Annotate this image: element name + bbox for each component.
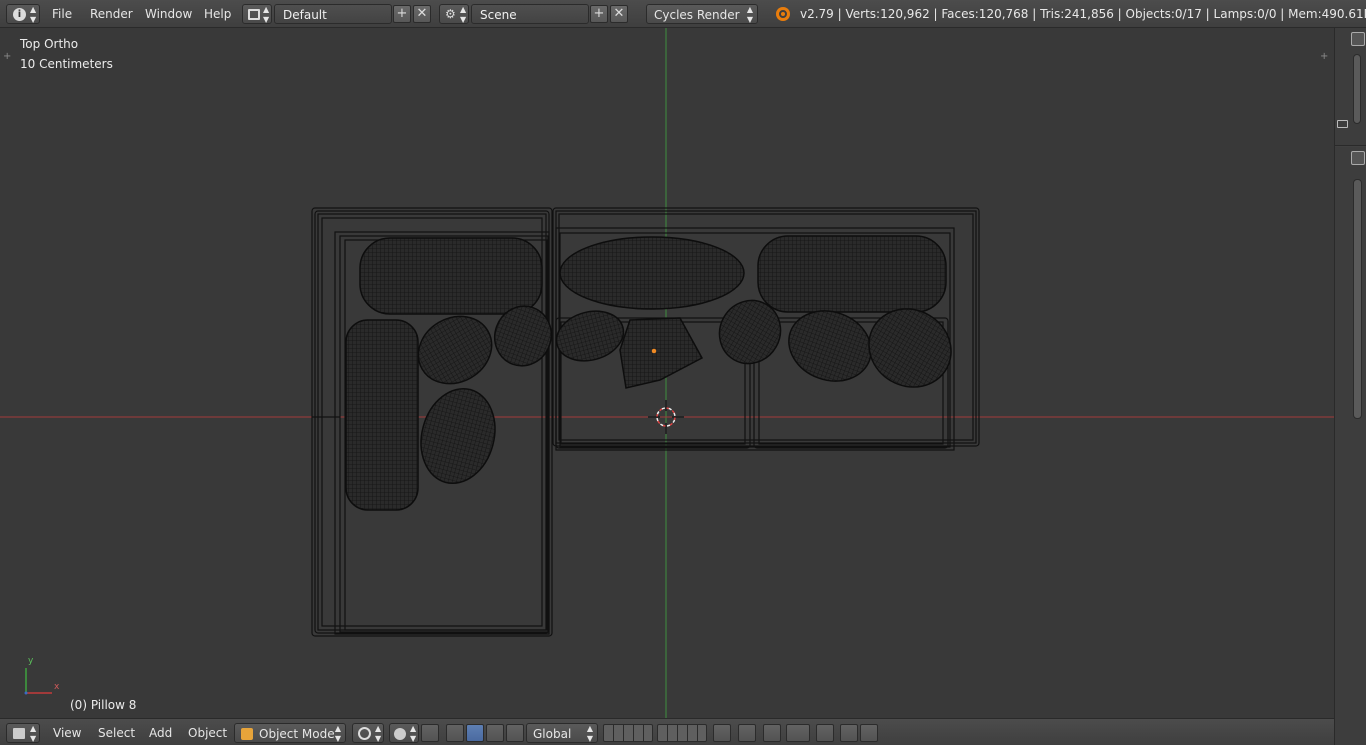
layer-manager-button[interactable]: [713, 724, 731, 742]
outliner-icon[interactable]: [1351, 32, 1365, 46]
snap-element-dropdown[interactable]: [786, 724, 810, 742]
chevron-updown-icon: ▲ ▼: [30, 5, 37, 24]
menu-add[interactable]: Add: [143, 723, 178, 743]
menu-view[interactable]: View: [47, 723, 87, 743]
chevron-updown-icon: ▲ ▼: [410, 724, 417, 743]
scale-manipulator-button[interactable]: [506, 724, 524, 742]
menu-window[interactable]: Window: [139, 4, 198, 24]
mode-label: Object Mode: [259, 727, 335, 741]
camera-icon: [1337, 120, 1348, 128]
remove-layout-button[interactable]: ✕: [413, 5, 431, 23]
object-mode-icon: [241, 728, 253, 740]
render-camera-button[interactable]: [840, 724, 858, 742]
rotate-manipulator-button[interactable]: [486, 724, 504, 742]
toolshelf-expand-icon: +: [3, 51, 11, 62]
chevron-updown-icon: ▲ ▼: [375, 724, 382, 743]
pivot-point-dropdown[interactable]: ▲ ▼: [389, 723, 419, 743]
scene-layers-grid-2[interactable]: [657, 724, 707, 742]
properties-icon[interactable]: [1351, 151, 1365, 165]
active-object-label: (0) Pillow 8: [70, 698, 137, 712]
chevron-updown-icon: ▲ ▼: [586, 724, 593, 743]
transform-manipulator-toggle[interactable]: [446, 724, 464, 742]
axis-gizmo: [24, 668, 52, 695]
layout-icon: [248, 9, 260, 20]
menu-object[interactable]: Object: [182, 723, 233, 743]
pivot-icon: [394, 728, 406, 740]
3d-viewport[interactable]: + + Top Ortho 10 Centimeters y x (0) Pil…: [0, 28, 1334, 718]
properties-area[interactable]: [1335, 147, 1366, 745]
add-scene-button[interactable]: +: [590, 5, 608, 23]
add-layout-button[interactable]: +: [393, 5, 411, 23]
3d-view-header: ▲ ▼ View Select Add Object Object Mode ▲ ▼…: [0, 718, 1334, 745]
mode-dropdown[interactable]: Object Mode ▲ ▼: [234, 723, 346, 743]
properties-scrollbar[interactable]: [1353, 179, 1362, 419]
view-name-label: Top Ortho: [20, 37, 79, 51]
screen-layout-field[interactable]: Default: [274, 4, 392, 24]
outliner-area[interactable]: [1335, 28, 1366, 146]
chevron-updown-icon: ▲ ▼: [334, 724, 341, 743]
scene-layers-grid-1[interactable]: [603, 724, 653, 742]
scene-icon: ⚙: [445, 7, 456, 21]
chevron-updown-icon: ▲ ▼: [263, 5, 270, 24]
viewport-canvas[interactable]: + +: [0, 28, 1334, 718]
viewport-shading-dropdown[interactable]: ▲ ▼: [352, 723, 384, 743]
screen-layout-icon-button[interactable]: ▲ ▼: [242, 4, 272, 24]
transform-orientation-label: Global: [533, 727, 572, 741]
editor-type-button[interactable]: ▲ ▼: [6, 723, 40, 743]
render-animation-button[interactable]: [860, 724, 878, 742]
cube-icon: [13, 728, 25, 739]
menu-select[interactable]: Select: [92, 723, 141, 743]
translate-manipulator-button[interactable]: [466, 724, 484, 742]
manipulate-center-points-button[interactable]: [421, 724, 439, 742]
wireframe-sphere-icon: [358, 727, 371, 740]
axis-x-label: x: [54, 682, 60, 692]
snap-toggle-button[interactable]: [763, 724, 781, 742]
object-origin-dot: [651, 348, 657, 354]
blender-logo-icon: [776, 7, 790, 21]
scene-statistics: v2.79 | Verts:120,962 | Faces:120,768 | …: [800, 7, 1366, 21]
side-editor-strip: [1334, 28, 1366, 745]
axis-y-label: y: [28, 656, 34, 666]
render-engine-label: Cycles Render: [654, 8, 740, 22]
menu-file[interactable]: File: [46, 4, 78, 24]
menu-render[interactable]: Render: [84, 4, 139, 24]
outliner-scrollbar[interactable]: [1353, 54, 1361, 124]
info-icon: i: [13, 8, 26, 21]
chevron-updown-icon: ▲ ▼: [30, 724, 37, 743]
grid-scale-label: 10 Centimeters: [20, 57, 113, 71]
chevron-updown-icon: ▲ ▼: [746, 5, 753, 24]
info-header: i ▲ ▼ File Render Window Help ▲ ▼ Default …: [0, 0, 1366, 28]
scene-field[interactable]: Scene: [471, 4, 589, 24]
pillows: [345, 235, 952, 511]
properties-expand-icon: +: [1320, 51, 1328, 62]
scene-icon-button[interactable]: ⚙ ▲ ▼: [439, 4, 469, 24]
remove-scene-button[interactable]: ✕: [610, 5, 628, 23]
chevron-updown-icon: ▲ ▼: [460, 5, 467, 24]
render-engine-dropdown[interactable]: Cycles Render ▲ ▼: [646, 4, 758, 24]
menu-help[interactable]: Help: [198, 4, 237, 24]
editor-type-button[interactable]: i ▲ ▼: [6, 4, 40, 24]
snap-target-button[interactable]: [816, 724, 834, 742]
proportional-editing-button[interactable]: [738, 724, 756, 742]
transform-orientation-dropdown[interactable]: Global ▲ ▼: [526, 723, 598, 743]
